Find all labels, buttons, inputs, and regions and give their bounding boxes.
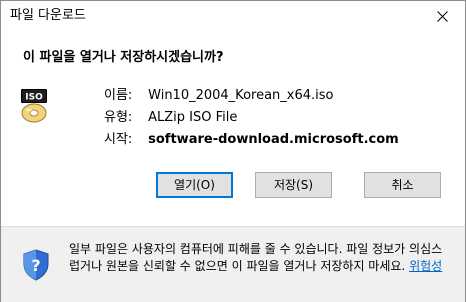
file-name-value: Win10_2004_Korean_x64.iso	[148, 88, 334, 103]
file-source-label: 시작:	[104, 132, 133, 147]
iso-icon-label: ISO	[25, 93, 43, 103]
file-source-row: 시작: software-download.microsoft.com	[104, 131, 399, 149]
security-shield-icon: ?	[23, 249, 49, 281]
file-type-value: ALZip ISO File	[148, 110, 238, 125]
warning-footer: ? 일부 파일은 사용자의 컴퓨터에 피해를 줄 수 있습니다. 파일 정보가 …	[1, 226, 465, 302]
file-name-label: 이름:	[104, 88, 133, 103]
file-type-label: 유형:	[104, 110, 133, 125]
save-button[interactable]: 저장(S)	[255, 172, 332, 198]
close-button[interactable]	[419, 1, 465, 31]
file-type-row: 유형: ALZip ISO File	[104, 109, 237, 127]
cancel-button[interactable]: 취소	[364, 172, 441, 198]
file-name-row: 이름: Win10_2004_Korean_x64.iso	[104, 87, 334, 105]
close-icon	[436, 10, 448, 22]
warning-text: 일부 파일은 사용자의 컴퓨터에 피해를 줄 수 있습니다. 파일 정보가 의심…	[69, 242, 443, 273]
risk-link[interactable]: 위험성	[409, 259, 442, 273]
svg-text:?: ?	[31, 256, 40, 275]
dialog-question: 이 파일을 열거나 저장하시겠습니까?	[23, 50, 224, 65]
file-download-dialog: 파일 다운로드 이 파일을 열거나 저장하시겠습니까? ISO 이름: Win1…	[0, 0, 466, 302]
window-title: 파일 다운로드	[10, 8, 86, 23]
file-source-value: software-download.microsoft.com	[148, 132, 399, 147]
title-bar[interactable]: 파일 다운로드	[1, 1, 465, 31]
warning-message: 일부 파일은 사용자의 컴퓨터에 피해를 줄 수 있습니다. 파일 정보가 의심…	[69, 241, 449, 275]
open-button[interactable]: 열기(O)	[156, 172, 233, 198]
iso-file-icon: ISO	[21, 89, 47, 123]
